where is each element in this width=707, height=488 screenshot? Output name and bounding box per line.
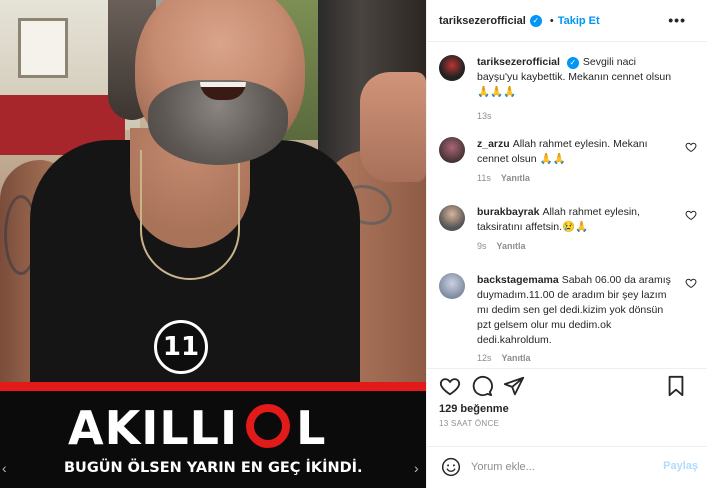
share-send-icon[interactable]: [503, 375, 525, 397]
number-badge: 11: [154, 320, 208, 374]
banner-red-line: [0, 382, 426, 391]
banner-title-right: L: [296, 401, 327, 455]
prev-arrow-icon[interactable]: ‹: [2, 460, 18, 484]
verified-icon: ✓: [529, 14, 542, 27]
avatar[interactable]: [439, 273, 465, 299]
banner-title: AKILLI L: [68, 402, 368, 454]
caption: tariksezerofficial ✓ Sevgili naci bayşu'yu…: [439, 55, 699, 121]
bookmark-icon[interactable]: [665, 375, 687, 397]
comment-time: 12s: [477, 353, 492, 363]
comment-time: 11s: [477, 173, 491, 183]
header-separator: •: [549, 14, 554, 27]
list-item: z_arzu Allah rahmet eylesin. Mekanı cenne…: [439, 137, 699, 187]
reply-button[interactable]: Yanıtla: [502, 353, 531, 363]
caption-text: tariksezerofficial ✓ Sevgili naci bayşu'yu…: [477, 55, 677, 100]
banner-title-left: AKILLI: [68, 401, 239, 455]
post-header: tariksezerofficial ✓ • Takip Et •••: [427, 0, 707, 42]
reply-button[interactable]: Yanıtla: [501, 173, 530, 183]
banner-o-ring-icon: [246, 404, 291, 448]
verified-icon: ✓: [566, 56, 579, 69]
post-photo: [0, 0, 426, 385]
post-panel: tariksezerofficial ✓ • Takip Et ••• tari…: [426, 0, 707, 488]
comment-meta: 12s Yanıtla: [477, 353, 531, 363]
comment-time: 9s: [477, 241, 487, 251]
post-button[interactable]: Paylaş: [663, 460, 698, 472]
list-item: burakbayrak Allah rahmet eylesin, taksira…: [439, 205, 699, 257]
comment-username[interactable]: burakbayrak: [477, 206, 539, 218]
like-count[interactable]: 129 beğenme: [439, 403, 509, 415]
reply-button[interactable]: Yanıtla: [497, 241, 526, 251]
caption-meta: 13s: [477, 111, 492, 121]
comment-meta: 9s Yanıtla: [477, 241, 526, 251]
avatar[interactable]: [439, 137, 465, 163]
caption-time: 13s: [477, 111, 492, 121]
like-heart-icon[interactable]: [439, 375, 461, 397]
comment-text: burakbayrak Allah rahmet eylesin, taksira…: [477, 205, 677, 235]
post-actions: 129 beğenme 13 SAAT ÖNCE: [427, 368, 707, 446]
heart-icon[interactable]: [685, 141, 697, 153]
list-item: backstagemama Sabah 06.00 da aramış duyma…: [439, 273, 699, 365]
avatar[interactable]: [439, 205, 465, 231]
comment-username[interactable]: z_arzu: [477, 138, 510, 150]
comment-text: z_arzu Allah rahmet eylesin. Mekanı cenne…: [477, 137, 677, 167]
header-username[interactable]: tariksezerofficial: [439, 15, 526, 27]
comment-meta: 11s Yanıtla: [477, 173, 530, 183]
comment-composer: Paylaş: [427, 446, 707, 488]
next-arrow-icon[interactable]: ›: [414, 460, 426, 484]
post-media[interactable]: 11 AKILLI L BUGÜN ÖLSEN YARIN EN GEÇ İKİN…: [0, 0, 426, 488]
comment-username[interactable]: backstagemama: [477, 274, 559, 286]
banner-subtitle: BUGÜN ÖLSEN YARIN EN GEÇ İKİNDİ.: [64, 460, 363, 476]
comment-input[interactable]: [471, 455, 641, 479]
follow-button[interactable]: Takip Et: [558, 15, 600, 27]
more-options-icon[interactable]: •••: [668, 12, 686, 28]
emoji-icon[interactable]: [441, 457, 461, 477]
heart-icon[interactable]: [685, 209, 697, 221]
caption-username[interactable]: tariksezerofficial: [477, 56, 560, 68]
post-time-ago[interactable]: 13 SAAT ÖNCE: [439, 419, 499, 428]
comments-list[interactable]: tariksezerofficial ✓ Sevgili naci bayşu'yu…: [427, 43, 707, 367]
avatar[interactable]: [439, 55, 465, 81]
comment-text: backstagemama Sabah 06.00 da aramış duyma…: [477, 273, 677, 348]
comment-bubble-icon[interactable]: [471, 375, 493, 397]
heart-icon[interactable]: [685, 277, 697, 289]
